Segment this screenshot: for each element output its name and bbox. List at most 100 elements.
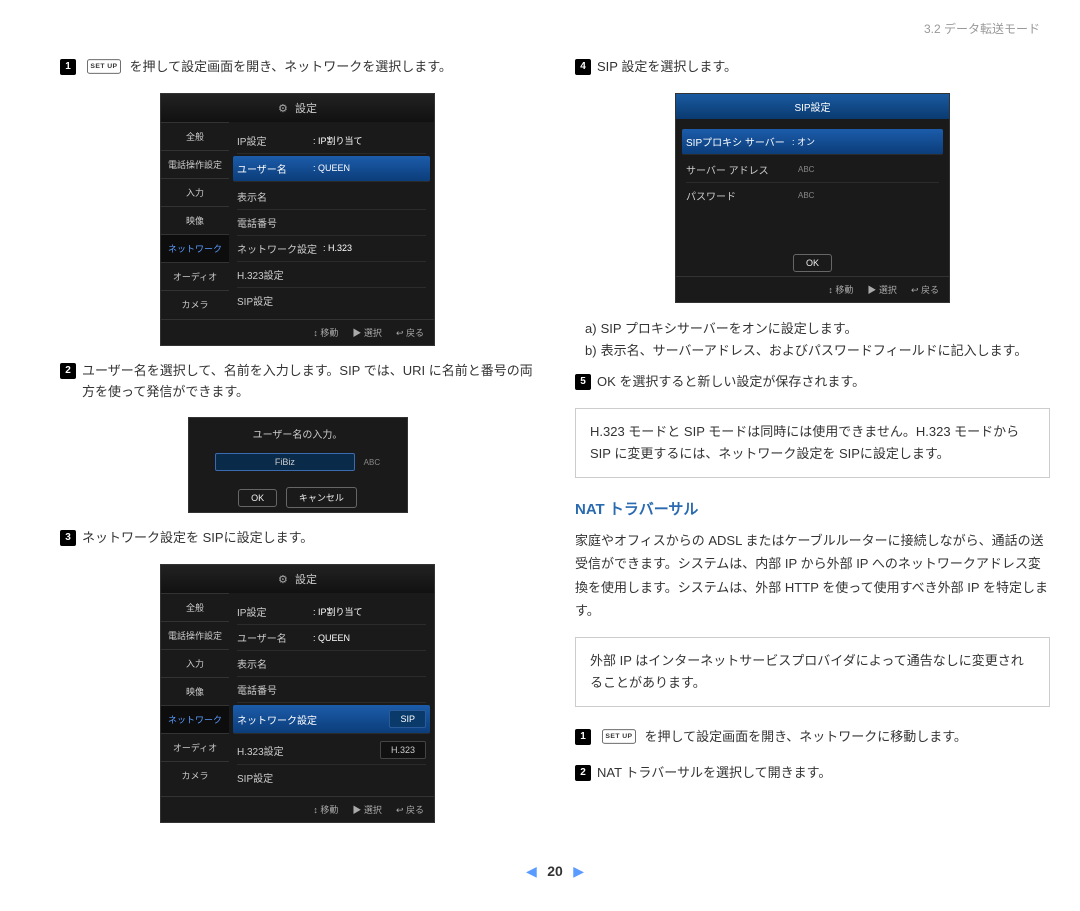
setup-key: SET UP	[87, 59, 121, 73]
sip-settings-screenshot: SIP設定 SIPプロキシ サーバー : オン サーバー アドレス ABC パスワー…	[675, 93, 950, 303]
r3-net: ネットワーク設定	[237, 712, 317, 727]
sidebar-general: 全般	[161, 122, 229, 150]
row-net: ネットワーク設定	[237, 241, 317, 256]
sb3-input: 入力	[161, 649, 229, 677]
sb3-audio: オーディオ	[161, 733, 229, 761]
sip-proxy: SIPプロキシ サーバー	[686, 134, 786, 149]
prev-page-icon[interactable]: ◀	[526, 863, 537, 879]
nat-bullet-1: 1	[575, 729, 591, 745]
sidebar-network: ネットワーク	[161, 234, 229, 262]
step-5: 5 OK を選択すると新しい設定が保存されます。	[575, 372, 1050, 393]
step-5-text: OK を選択すると新しい設定が保存されます。	[597, 372, 865, 393]
nat-heading: NAT トラバーサル	[575, 498, 1050, 519]
nat-step-1: 1 SET UP を押して設定画面を開き、ネットワークに移動します。	[575, 727, 1050, 748]
sidebar-phoneop: 電話操作設定	[161, 150, 229, 178]
row-h323: H.323設定	[237, 267, 307, 282]
bullet-3: 3	[60, 530, 76, 546]
sidebar-audio: オーディオ	[161, 262, 229, 290]
footer-move: ↕ 移動	[313, 326, 338, 339]
note-nat-ip: 外部 IP はインターネットサービスプロバイダによって通告なしに変更されることが…	[575, 637, 1050, 707]
row-disp: 表示名	[237, 189, 307, 204]
sidebar-video: 映像	[161, 206, 229, 234]
row-user: ユーザー名	[237, 161, 307, 176]
bullet-1: 1	[60, 59, 76, 75]
sub-a-text: SIP プロキシサーバーをオンに設定します。	[601, 318, 858, 340]
bullet-4: 4	[575, 59, 591, 75]
setup-key-2: SET UP	[602, 729, 636, 743]
step-3-text: ネットワーク設定を SIPに設定します。	[82, 528, 313, 549]
sip-title: SIP設定	[676, 94, 949, 119]
footer-select: ▶ 選択	[352, 326, 382, 339]
sip-ok-btn: OK	[793, 254, 832, 272]
sub-b-text: 表示名、サーバーアドレス、およびパスワードフィールドに記入します。	[601, 340, 1028, 362]
input-title: ユーザー名の入力。	[189, 418, 407, 449]
nat-step-1-text: を押して設定画面を開き、ネットワークに移動します。	[645, 729, 967, 744]
r3-disp: 表示名	[237, 656, 307, 671]
footer4-move: ↕ 移動	[828, 283, 853, 296]
sidebar-input: 入力	[161, 178, 229, 206]
step-2-text: ユーザー名を選択して、名前を入力します。SIP では、URI に名前と番号の両方…	[82, 361, 535, 403]
step-1: 1 SET UP を押して設定画面を開き、ネットワークを選択します。	[60, 57, 535, 78]
nat-paragraph: 家庭やオフィスからの ADSL またはケーブルルーターに接続しながら、通話の送受…	[575, 529, 1050, 623]
sip-addr: サーバー アドレス	[686, 162, 786, 177]
page-navigation: ◀ 20 ▶	[60, 863, 1050, 881]
sb3-camera: カメラ	[161, 761, 229, 789]
step-1-text: を押して設定画面を開き、ネットワークを選択します。	[130, 59, 452, 74]
page-number: 20	[547, 863, 563, 879]
dropdown-sip: SIP	[389, 710, 426, 728]
sb3-phoneop: 電話操作設定	[161, 621, 229, 649]
bullet-5: 5	[575, 374, 591, 390]
footer-back: ↩ 戻る	[396, 326, 424, 339]
footer4-back: ↩ 戻る	[911, 283, 939, 296]
input-field-value: FiBiz	[215, 453, 355, 471]
step-2: 2 ユーザー名を選択して、名前を入力します。SIP では、URI に名前と番号の…	[60, 361, 535, 403]
note-h323-sip: H.323 モードと SIP モードは同時には使用できません。H.323 モード…	[575, 408, 1050, 478]
bullet-2: 2	[60, 363, 76, 379]
r3-ip: IP設定	[237, 604, 307, 619]
footer3-move: ↕ 移動	[313, 803, 338, 816]
page-header: 3.2 データ転送モード	[60, 20, 1050, 37]
sip-proxy-v: : オン	[792, 135, 815, 148]
input-screenshot: ユーザー名の入力。 FiBiz ABC OK キャンセル	[188, 417, 408, 513]
sb3-network: ネットワーク	[161, 705, 229, 733]
right-column: 4 SIP 設定を選択します。 SIP設定 SIPプロキシ サーバー : オン サ…	[575, 57, 1050, 838]
r3-tel: 電話番号	[237, 682, 307, 697]
nat-step-2-text: NAT トラバーサルを選択して開きます。	[597, 763, 831, 784]
row-net-v: : H.323	[323, 243, 352, 253]
step-3: 3 ネットワーク設定を SIPに設定します。	[60, 528, 535, 549]
r3-user: ユーザー名	[237, 630, 307, 645]
r3-sip: SIP設定	[237, 770, 307, 785]
row-sip: SIP設定	[237, 293, 307, 308]
step-4: 4 SIP 設定を選択します。	[575, 57, 1050, 78]
row-ip: IP設定	[237, 133, 307, 148]
r3-ip-v: : IP割り当て	[313, 605, 363, 618]
sub-b-label: b)	[585, 340, 597, 362]
substeps: a)SIP プロキシサーバーをオンに設定します。 b)表示名、サーバーアドレス、…	[585, 318, 1050, 362]
nat-step-2: 2 NAT トラバーサルを選択して開きます。	[575, 763, 1050, 784]
next-page-icon[interactable]: ▶	[573, 863, 584, 879]
r3-h323: H.323設定	[237, 743, 307, 758]
input-abc: ABC	[364, 458, 380, 467]
gear-icon-2: ⚙	[278, 574, 288, 586]
step-4-text: SIP 設定を選択します。	[597, 57, 737, 78]
footer3-select: ▶ 選択	[352, 803, 382, 816]
sip-addr-abc: ABC	[798, 165, 814, 174]
sip-pw: パスワード	[686, 188, 786, 203]
sb3-general: 全般	[161, 593, 229, 621]
sub-a-label: a)	[585, 318, 597, 340]
r3-user-v: : QUEEN	[313, 633, 350, 643]
settings-screenshot-3: ⚙ 設定 全般 電話操作設定 入力 映像 ネットワーク オーディオ カメラ IP…	[160, 564, 435, 823]
sb3-video: 映像	[161, 677, 229, 705]
settings-title-2: 設定	[295, 574, 317, 586]
dropdown-h323: H.323	[380, 741, 426, 759]
row-tel: 電話番号	[237, 215, 307, 230]
row-ip-v: : IP割り当て	[313, 134, 363, 147]
sidebar-camera: カメラ	[161, 290, 229, 318]
settings-screenshot-1: ⚙ 設定 全般 電話操作設定 入力 映像 ネットワーク オーディオ カメラ IP…	[160, 93, 435, 346]
footer3-back: ↩ 戻る	[396, 803, 424, 816]
left-column: 1 SET UP を押して設定画面を開き、ネットワークを選択します。 ⚙ 設定 …	[60, 57, 535, 838]
input-cancel-btn: キャンセル	[286, 487, 357, 508]
settings-title: 設定	[295, 103, 317, 115]
gear-icon: ⚙	[278, 103, 288, 115]
footer4-select: ▶ 選択	[867, 283, 897, 296]
